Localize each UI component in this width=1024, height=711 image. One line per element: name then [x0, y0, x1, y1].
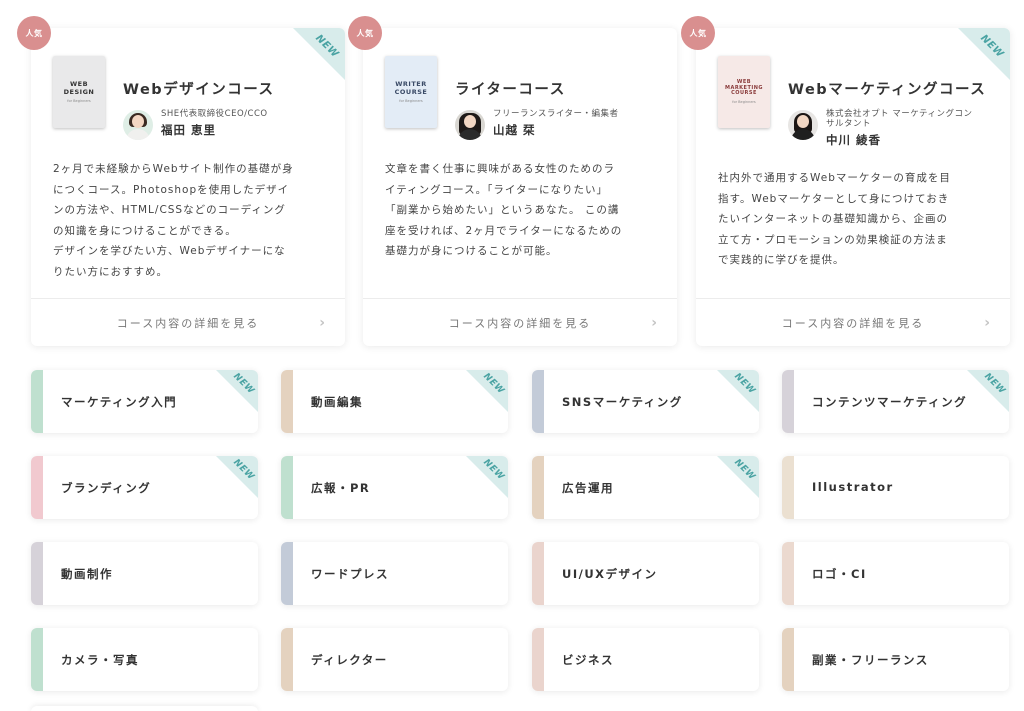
category-tile[interactable]: ブランディング NEW [31, 456, 258, 519]
category-color-stripe [782, 542, 794, 605]
chevron-right-icon: › [319, 315, 325, 331]
course-detail-link[interactable]: コース内容の詳細を見る › [31, 298, 345, 346]
category-tile[interactable]: コンテンツマーケティング NEW [782, 370, 1009, 433]
cover-title: WEB DESIGN [63, 80, 95, 96]
category-tile[interactable]: SNSマーケティング NEW [532, 370, 759, 433]
category-color-stripe [281, 542, 293, 605]
category-label[interactable]: 動画編集 [311, 394, 363, 410]
course-cover-image: WEB MARKETING COURSE for Beginners [718, 56, 770, 128]
category-tile[interactable]: カメラ・写真 [31, 628, 258, 691]
category-label[interactable]: 広告運用 [562, 480, 614, 496]
category-label[interactable]: コンテンツマーケティング [812, 394, 967, 410]
course-card-writer[interactable]: WRITER COURSE for Beginners ライターコース フリーラ… [363, 28, 677, 346]
category-color-stripe [782, 456, 794, 519]
category-tile[interactable] [31, 706, 258, 711]
category-tile[interactable]: マーケティング入門 NEW [31, 370, 258, 433]
category-color-stripe [532, 628, 544, 691]
category-label[interactable]: ロゴ・CI [812, 566, 867, 582]
category-color-stripe [532, 370, 544, 433]
course-detail-link[interactable]: コース内容の詳細を見る › [363, 298, 677, 346]
course-card-web-marketing[interactable]: NEW WEB MARKETING COURSE for Beginners W… [696, 28, 1010, 346]
category-label[interactable]: Illustrator [812, 480, 894, 494]
cover-subtitle: for Beginners [67, 98, 91, 103]
category-tile[interactable]: Illustrator [782, 456, 1009, 519]
cover-title: WRITER COURSE [394, 80, 428, 96]
category-label[interactable]: カメラ・写真 [61, 652, 139, 668]
popular-badge: 人気 [348, 16, 382, 50]
instructor-name: 福田 恵里 [161, 123, 217, 137]
category-label[interactable]: SNSマーケティング [562, 394, 683, 410]
category-tile[interactable]: 広告運用 NEW [532, 456, 759, 519]
chevron-right-icon: › [651, 315, 657, 331]
cover-subtitle: for Beginners [732, 100, 756, 105]
category-tile[interactable]: ディレクター [281, 628, 508, 691]
cover-title: WEB MARKETING COURSE [724, 78, 764, 97]
category-tile[interactable]: UI/UXデザイン [532, 542, 759, 605]
course-cover-image: WEB DESIGN for Beginners [53, 56, 105, 128]
course-title[interactable]: Webマーケティングコース [788, 78, 986, 99]
course-detail-link-label[interactable]: コース内容の詳細を見る [117, 315, 259, 331]
category-color-stripe [31, 628, 43, 691]
category-tile[interactable]: ビジネス [532, 628, 759, 691]
category-label[interactable]: ブランディング [61, 480, 151, 496]
category-color-stripe [281, 628, 293, 691]
popular-badge: 人気 [17, 16, 51, 50]
course-description: 2ヶ月で未経験からWebサイト制作の基礎が身 につくコース。Photoshopを… [53, 163, 294, 278]
category-label[interactable]: UI/UXデザイン [562, 566, 658, 582]
category-tile[interactable]: 動画編集 NEW [281, 370, 508, 433]
category-tile[interactable]: 動画制作 [31, 542, 258, 605]
popular-badge: 人気 [681, 16, 715, 50]
instructor-title: 株式会社オプト マーケティングコンサルタント [826, 109, 973, 129]
course-card-web-design[interactable]: NEW WEB DESIGN for Beginners Webデザインコース … [31, 28, 345, 346]
category-color-stripe [782, 370, 794, 433]
category-label[interactable]: 動画制作 [61, 566, 113, 582]
category-label[interactable]: マーケティング入門 [61, 394, 177, 410]
course-cover-image: WRITER COURSE for Beginners [385, 56, 437, 128]
category-color-stripe [782, 628, 794, 691]
category-color-stripe [532, 542, 544, 605]
category-color-stripe [281, 456, 293, 519]
category-color-stripe [532, 456, 544, 519]
course-detail-link-label[interactable]: コース内容の詳細を見る [449, 315, 591, 331]
category-label[interactable]: ビジネス [562, 652, 614, 668]
instructor-avatar [788, 110, 818, 140]
chevron-right-icon: › [984, 315, 990, 331]
course-detail-link[interactable]: コース内容の詳細を見る › [696, 298, 1010, 346]
cover-subtitle: for Beginners [399, 98, 423, 103]
instructor-avatar [123, 110, 153, 140]
category-label[interactable]: ワードプレス [311, 566, 389, 582]
instructor-name: 中川 綾香 [826, 133, 882, 147]
category-color-stripe [31, 542, 43, 605]
category-label[interactable]: ディレクター [311, 652, 388, 668]
category-color-stripe [281, 370, 293, 433]
course-title[interactable]: Webデザインコース [123, 78, 274, 99]
instructor-title: フリーランスライター・編集者 [493, 109, 619, 119]
category-tile[interactable]: 副業・フリーランス [782, 628, 1009, 691]
category-color-stripe [31, 456, 43, 519]
instructor-title: SHE代表取締役CEO/CCO [161, 109, 268, 119]
instructor-name: 山越 栞 [493, 123, 536, 137]
category-color-stripe [31, 370, 43, 433]
category-tile[interactable]: ワードプレス [281, 542, 508, 605]
course-description: 社内外で通用するWebマーケターの育成を目 指す。Webマーケターとして身につけ… [718, 172, 951, 266]
course-detail-link-label[interactable]: コース内容の詳細を見る [782, 315, 924, 331]
course-description: 文章を書く仕事に興味がある女性のためのラ イティングコース。「ライターになりたい… [385, 163, 623, 257]
course-title[interactable]: ライターコース [455, 78, 566, 99]
category-tile[interactable]: 広報・PR NEW [281, 456, 508, 519]
category-label[interactable]: 広報・PR [311, 480, 370, 496]
category-label[interactable]: 副業・フリーランス [812, 652, 929, 668]
instructor-avatar [455, 110, 485, 140]
category-tile[interactable]: ロゴ・CI [782, 542, 1009, 605]
